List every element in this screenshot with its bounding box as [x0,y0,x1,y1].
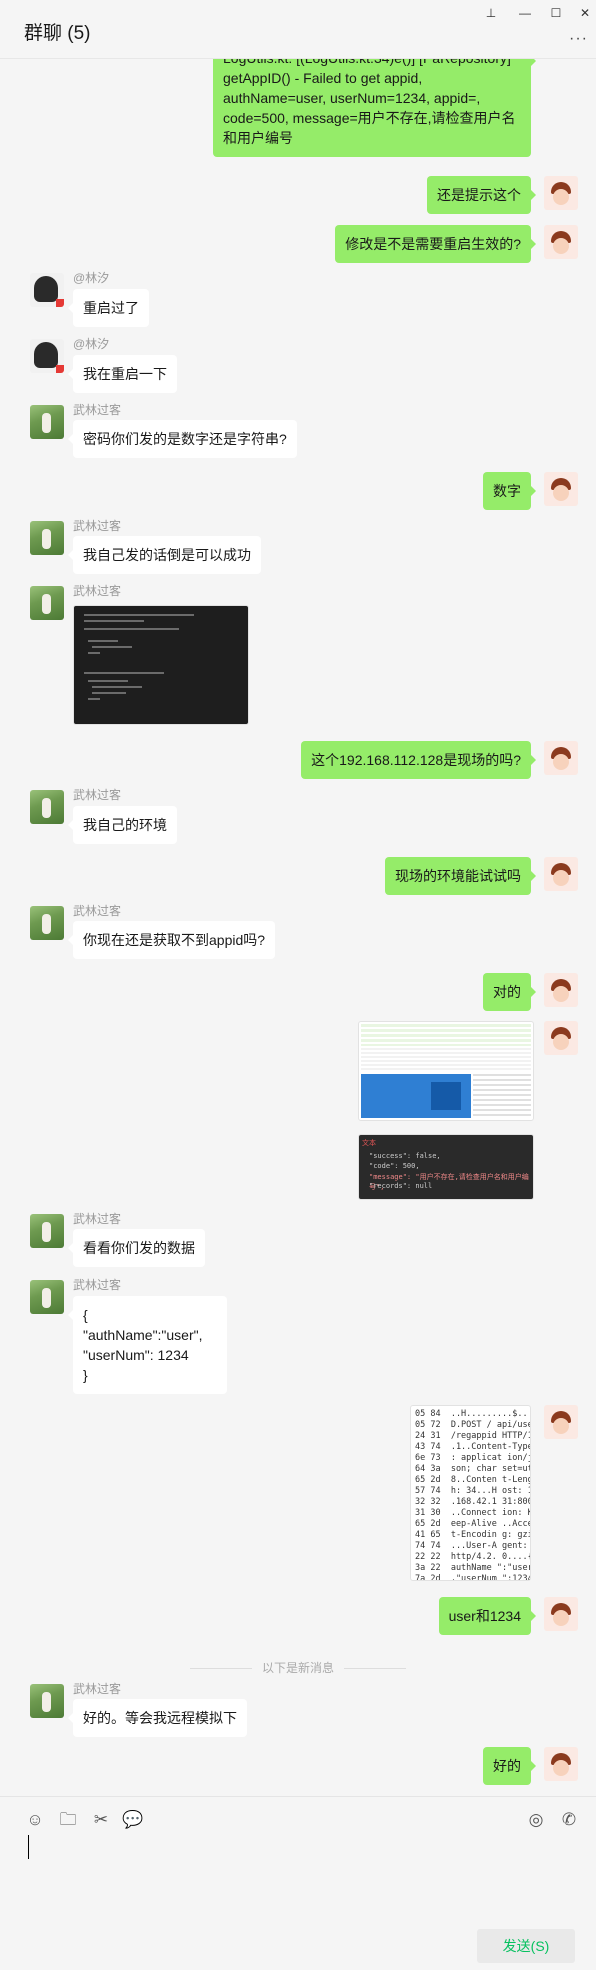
message-bubble[interactable]: 数字 [483,472,536,510]
sender-name: 武林过客 [73,1212,122,1226]
scissors-icon[interactable]: ✂ [90,1809,112,1831]
chat-history-icon[interactable]: 💬 [122,1809,144,1831]
message-bubble[interactable]: 这个192.168.112.128是现场的吗? [301,741,536,779]
avatar[interactable] [544,1747,578,1781]
message-bubble[interactable]: { "authName":"user", "userNum": 1234 } [68,1296,227,1394]
message-bubble[interactable]: 好的。等会我远程模拟下 [68,1699,247,1737]
image-message-code-screenshot[interactable] [73,605,249,725]
close-button[interactable]: ✕ [576,4,594,22]
message-bubble[interactable]: user和1234 [438,1597,537,1635]
pin-icon[interactable]: ⊥ [482,4,500,22]
image-message-packet-capture[interactable] [358,1021,534,1121]
avatar[interactable] [30,1684,64,1718]
sender-name: 武林过客 [73,584,122,598]
message-bubble[interactable]: 还是提示这个 [427,176,536,214]
avatar[interactable] [544,1021,578,1055]
message-bubble[interactable]: 现场的环境能试试吗 [385,857,536,895]
title-bar: 群聊 (5) ⊥ — ☐ ✕ ··· [0,0,596,59]
live-icon[interactable]: ◎ [525,1809,547,1831]
avatar[interactable] [30,906,64,940]
send-button[interactable]: 发送(S) [477,1929,575,1963]
sender-name: @林汐 [73,271,110,285]
capture-detail-pane [361,1048,531,1072]
divider-label: 以下是新消息 [261,1661,334,1675]
sender-name: @林汐 [73,337,110,351]
message-bubble[interactable]: 我在重启一下 [68,355,177,393]
avatar[interactable] [30,521,64,555]
message-bubble[interactable]: 你现在还是获取不到appid吗? [67,921,276,959]
message-bubble[interactable]: 对的 [483,973,536,1011]
message-bubble[interactable]: 我自己发的话倒是可以成功 [68,536,261,574]
input-area: ☺ 🗀 ✂ 💬 ◎ ✆ 发送(S) [0,1796,596,1970]
message-bubble[interactable]: 我自己的环境 [68,806,177,844]
json-error-line: "code": 500, [369,1162,420,1170]
folder-icon[interactable]: 🗀 [57,1809,79,1831]
image-message-json-error[interactable]: 文本 "success": false, "code": 500, "messa… [358,1134,534,1200]
sender-name: 武林过客 [73,788,122,802]
message-input[interactable] [28,1835,29,1859]
capture-row-list [361,1024,531,1046]
message-bubble[interactable]: LogUtils.kt: [(LogUtils.kt:34)e()] [PaRe… [213,42,536,157]
capture-ascii-pane [473,1074,531,1118]
avatar[interactable] [544,472,578,506]
avatar[interactable] [544,741,578,775]
new-messages-divider: 以下是新消息 [0,1659,596,1676]
maximize-button[interactable]: ☐ [547,4,565,22]
chat-area: LogUtils.kt: [(LogUtils.kt:34)e()] [PaRe… [0,0,596,1796]
sender-name: 武林过客 [73,1682,122,1696]
avatar[interactable] [544,176,578,210]
chat-title: 群聊 (5) [24,23,91,44]
json-error-line: "success": false, [369,1152,441,1160]
json-error-line: "records": null [369,1182,433,1190]
avatar[interactable] [544,1597,578,1631]
avatar[interactable] [30,339,64,373]
avatar[interactable] [30,1214,64,1248]
image-message-hex-dump[interactable]: 05 84 ..H.........$.. 05 72 D.POST / api… [410,1405,531,1581]
message-bubble[interactable]: 看看你们发的数据 [68,1229,205,1267]
avatar[interactable] [30,273,64,307]
capture-hex-highlight [431,1082,461,1110]
avatar[interactable] [544,1405,578,1439]
sender-name: 武林过客 [73,904,122,918]
call-icon[interactable]: ✆ [558,1809,580,1831]
message-bubble[interactable]: 修改是不是需要重启生效的? [335,225,536,263]
avatar[interactable] [544,857,578,891]
emoji-icon[interactable]: ☺ [24,1809,46,1831]
avatar[interactable] [544,973,578,1007]
message-bubble[interactable]: 密码你们发的是数字还是字符串? [68,420,297,458]
json-error-line: 文本 [362,1139,376,1147]
minimize-button[interactable]: — [516,4,534,22]
avatar[interactable] [30,586,64,620]
sender-name: 武林过客 [73,519,122,533]
avatar[interactable] [30,790,64,824]
avatar[interactable] [30,405,64,439]
message-bubble[interactable]: 好的 [483,1747,536,1785]
more-options-icon[interactable]: ··· [569,30,588,48]
sender-name: 武林过客 [73,403,122,417]
avatar[interactable] [30,1280,64,1314]
message-bubble[interactable]: 重启过了 [68,289,149,327]
avatar[interactable] [544,225,578,259]
sender-name: 武林过客 [73,1278,122,1292]
